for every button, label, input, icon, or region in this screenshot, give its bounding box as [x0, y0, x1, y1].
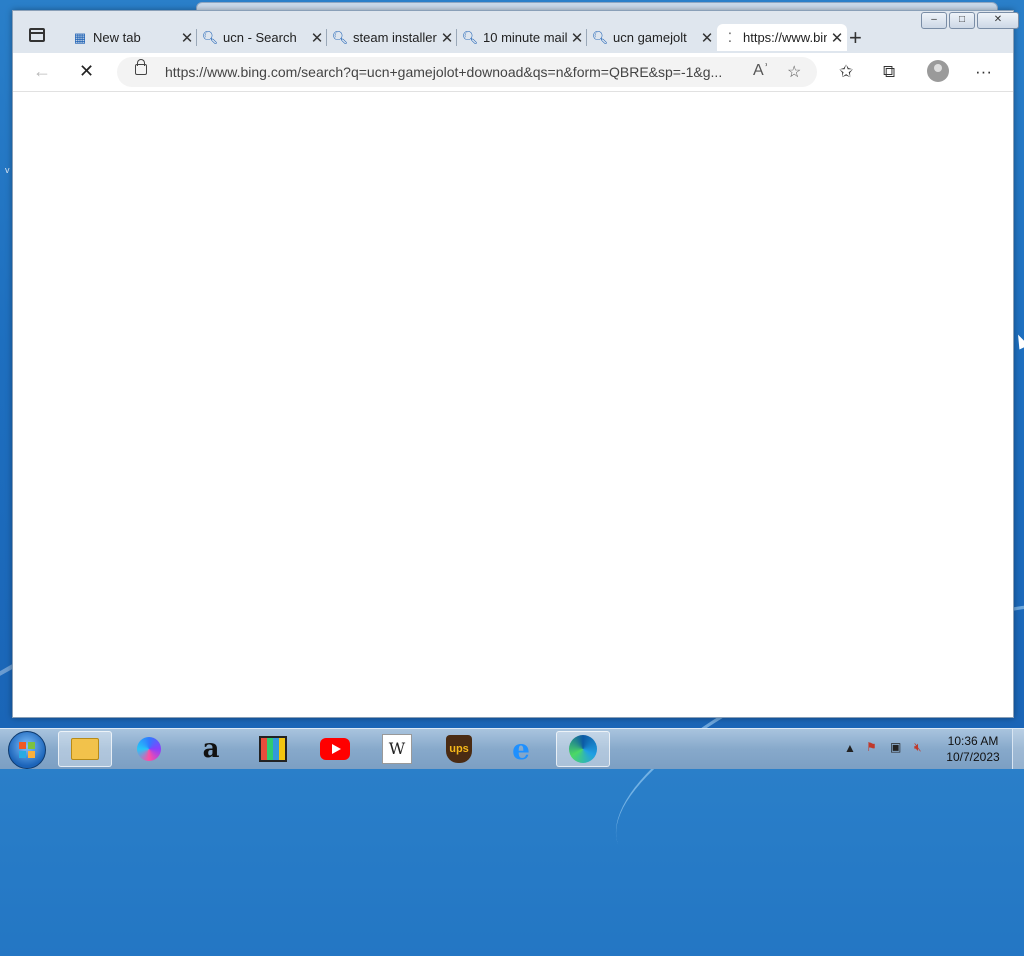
- more-menu-icon[interactable]: ···: [975, 62, 992, 82]
- close-window-button[interactable]: ✕: [977, 12, 1019, 29]
- edge-browser-window: ▦ New tab ✕ 🔍︎ ucn - Search ✕ 🔍︎ steam i…: [12, 10, 1019, 718]
- tab-new-tab[interactable]: ▦ New tab ✕: [67, 24, 197, 51]
- newtab-icon: ▦: [73, 29, 87, 45]
- desktop-text: v: [5, 165, 10, 175]
- window-controls: – □ ✕: [919, 12, 1019, 29]
- copilot-button[interactable]: [122, 731, 176, 767]
- youtube-button[interactable]: [308, 731, 362, 767]
- close-tab-icon[interactable]: ✕: [437, 29, 457, 47]
- close-tab-icon[interactable]: ✕: [567, 29, 587, 47]
- close-tab-icon[interactable]: ✕: [827, 29, 847, 47]
- tab-bing-loading[interactable]: ⁚ https://www.bing.com ✕: [717, 24, 847, 51]
- clock-date: 10/7/2023: [946, 750, 1000, 764]
- copilot-icon: [137, 737, 161, 761]
- mouse-cursor: [1013, 332, 1024, 350]
- edge-taskbar-button[interactable]: [556, 731, 610, 767]
- show-hidden-icons-arrow[interactable]: ▲: [844, 741, 856, 755]
- volume-muted-icon[interactable]: 🔇︎: [914, 740, 922, 755]
- page-content-blank[interactable]: [13, 92, 1013, 717]
- stop-loading-icon[interactable]: ✕: [79, 61, 94, 82]
- start-button[interactable]: [8, 731, 46, 769]
- file-explorer-button[interactable]: [58, 731, 112, 767]
- tab-strip: ▦ New tab ✕ 🔍︎ ucn - Search ✕ 🔍︎ steam i…: [13, 11, 1019, 53]
- action-center-flag-icon[interactable]: ⚑: [866, 740, 877, 754]
- search-icon: 🔍︎: [201, 29, 219, 45]
- tab-actions-icon[interactable]: [29, 28, 45, 42]
- ups-button[interactable]: ups: [432, 731, 486, 767]
- close-tab-icon[interactable]: ✕: [307, 29, 327, 47]
- clock-time: 10:36 AM: [947, 734, 999, 748]
- collections-icon[interactable]: ⧉: [883, 62, 895, 82]
- tab-title: steam installer: [353, 30, 437, 45]
- favorites-icon[interactable]: ✩: [839, 62, 853, 82]
- folder-icon: [71, 738, 99, 760]
- back-arrow-icon[interactable]: ←: [33, 61, 51, 82]
- tab-10-minute-mail[interactable]: 🔍︎ 10 minute mail ✕: [457, 24, 587, 51]
- search-icon: 🔍︎: [591, 29, 609, 45]
- internet-explorer-icon: e: [512, 732, 530, 766]
- show-desktop-button[interactable]: [1012, 729, 1024, 769]
- wikipedia-icon: W: [382, 734, 412, 764]
- ups-icon: ups: [446, 735, 472, 763]
- store-bag-icon: [259, 736, 287, 762]
- loading-icon: ⁚: [727, 29, 733, 45]
- system-clock[interactable]: 10:36 AM 10/7/2023: [938, 733, 1008, 765]
- tab-title: ucn - Search: [223, 30, 297, 45]
- amazon-button[interactable]: a: [184, 731, 238, 767]
- tab-title: New tab: [93, 30, 141, 45]
- profile-avatar[interactable]: [927, 60, 949, 82]
- tab-ucn-gamejolt[interactable]: 🔍︎ ucn gamejolt ✕: [587, 24, 717, 51]
- new-tab-plus-icon[interactable]: +: [849, 25, 862, 51]
- tab-title: 10 minute mail: [483, 30, 567, 45]
- add-favorite-icon[interactable]: ☆: [787, 62, 801, 82]
- minimize-button[interactable]: –: [921, 12, 947, 29]
- network-icon[interactable]: ▣: [890, 740, 901, 754]
- wikipedia-button[interactable]: W: [370, 731, 424, 767]
- youtube-icon: [320, 738, 350, 760]
- address-url[interactable]: https://www.bing.com/search?q=ucn+gamejo…: [165, 64, 745, 80]
- taskbar: a W ups e ▲ ⚑ ▣ 🔇︎ 10:36 AM 10/7/2023: [0, 728, 1024, 769]
- amazon-icon: a: [202, 734, 220, 764]
- tab-title: ucn gamejolt: [613, 30, 687, 45]
- close-tab-icon[interactable]: ✕: [177, 29, 197, 47]
- address-bar[interactable]: https://www.bing.com/search?q=ucn+gamejo…: [117, 57, 817, 87]
- tab-ucn-search[interactable]: 🔍︎ ucn - Search ✕: [197, 24, 327, 51]
- tab-steam-installer[interactable]: 🔍︎ steam installer ✕: [327, 24, 457, 51]
- edge-icon: [569, 735, 597, 763]
- tab-title: https://www.bing.com: [743, 30, 827, 45]
- internet-explorer-button[interactable]: e: [494, 731, 548, 767]
- maximize-button[interactable]: □: [949, 12, 975, 29]
- close-tab-icon[interactable]: ✕: [697, 29, 717, 47]
- lock-icon[interactable]: [135, 59, 147, 75]
- search-icon: 🔍︎: [331, 29, 349, 45]
- search-icon: 🔍︎: [461, 29, 479, 45]
- navigation-toolbar: ← ✕ https://www.bing.com/search?q=ucn+ga…: [13, 53, 1013, 92]
- store-button[interactable]: [246, 731, 300, 767]
- read-aloud-icon[interactable]: Aʾ: [753, 62, 769, 80]
